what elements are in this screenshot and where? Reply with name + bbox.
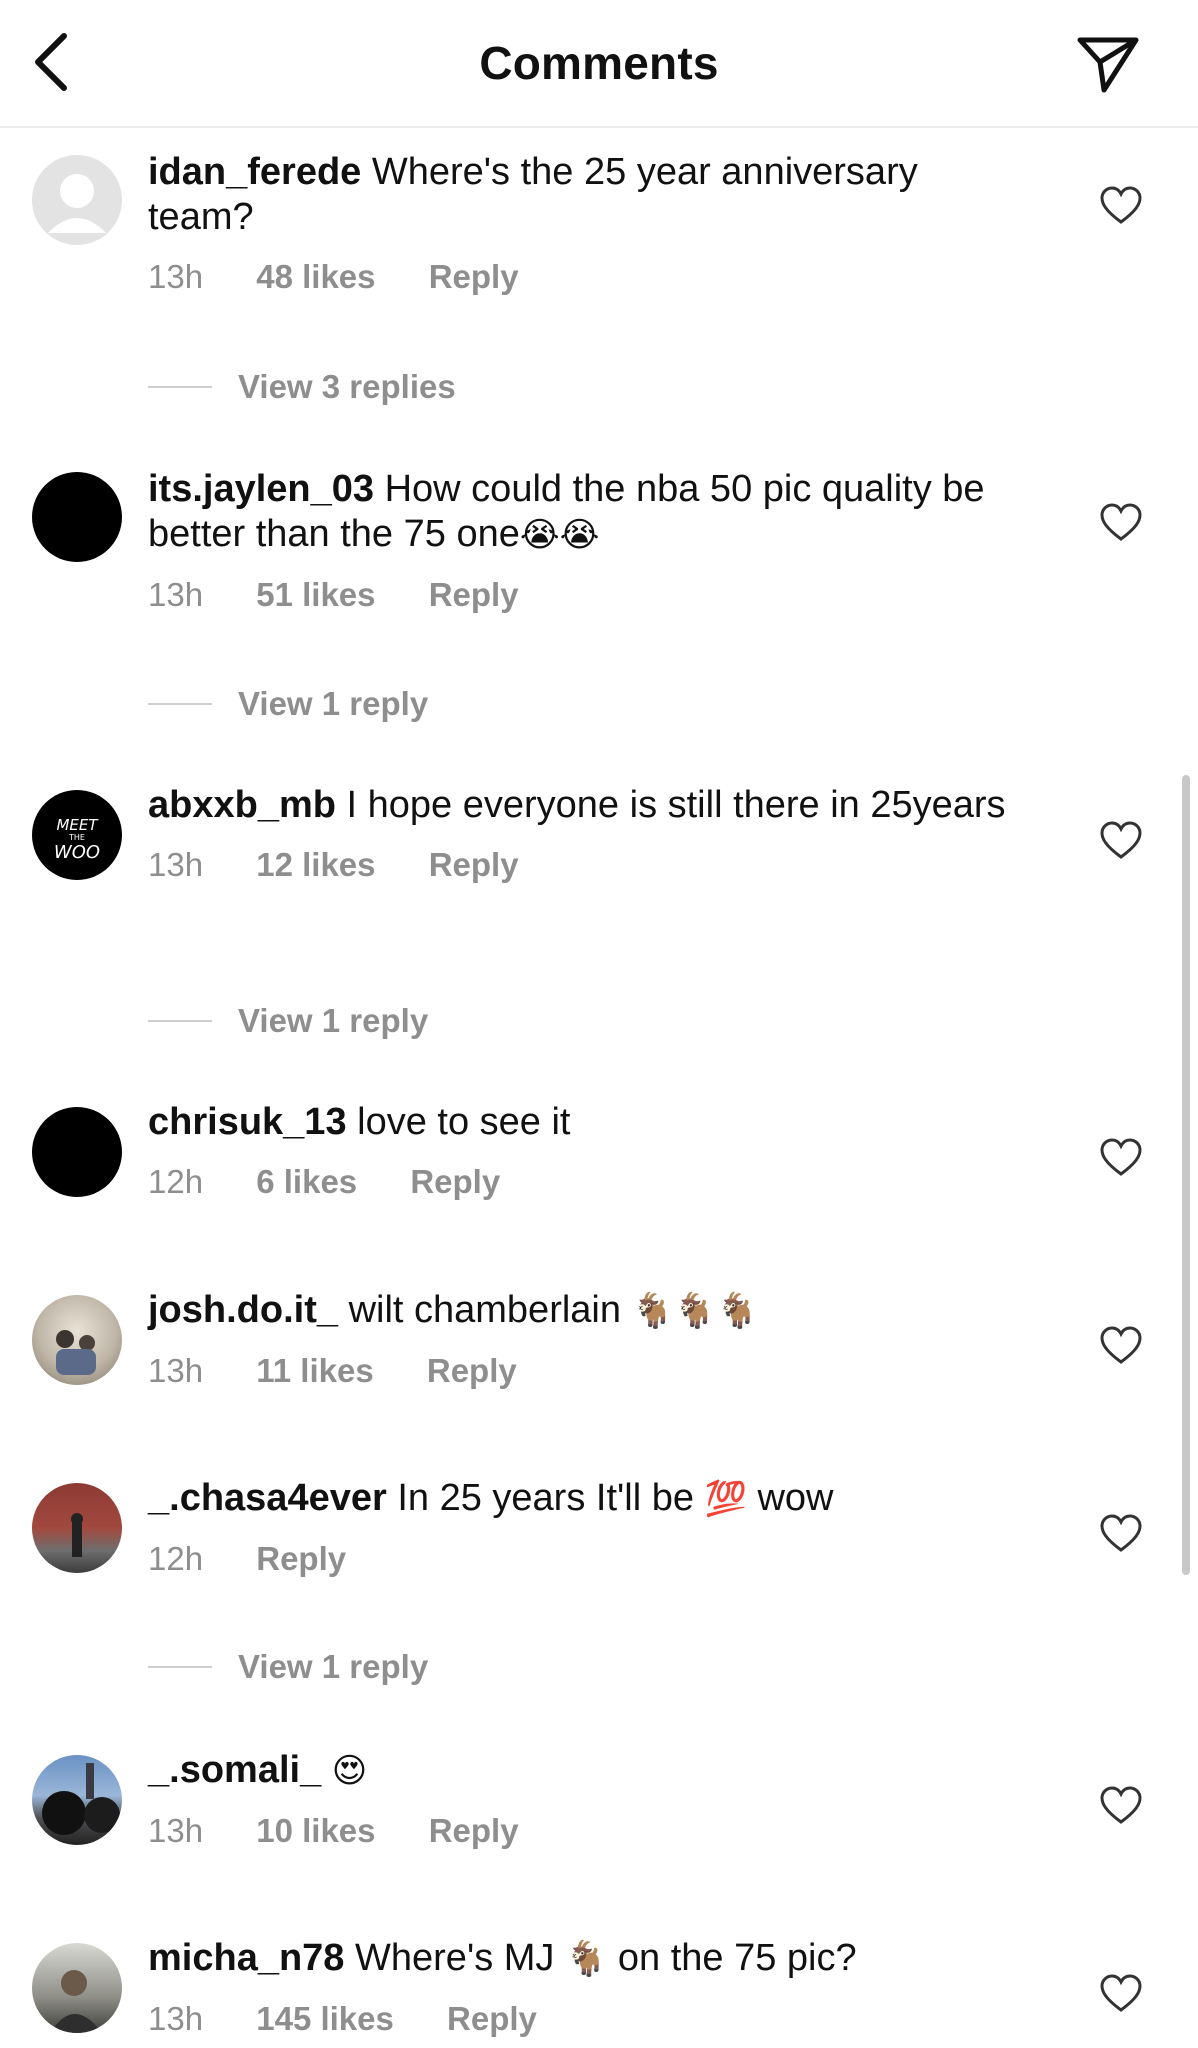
avatar-logo-text: WOO bbox=[54, 842, 100, 863]
likes-count[interactable]: 51 likes bbox=[256, 576, 375, 614]
comment-username[interactable]: chrisuk_13 bbox=[148, 1101, 347, 1143]
reply-button[interactable]: Reply bbox=[447, 2000, 537, 2038]
heart-icon[interactable] bbox=[1100, 1138, 1142, 1178]
reply-button[interactable]: Reply bbox=[429, 576, 519, 614]
likes-count[interactable]: 11 likes bbox=[256, 1352, 373, 1390]
avatar[interactable] bbox=[32, 472, 122, 562]
goat-emoji: 🐐 bbox=[564, 1939, 608, 1979]
likes-count[interactable]: 6 likes bbox=[256, 1163, 357, 1201]
comment-text: love to see it bbox=[357, 1101, 571, 1143]
reply-button[interactable]: Reply bbox=[429, 258, 519, 296]
likes-count[interactable]: 48 likes bbox=[256, 258, 375, 296]
comment-time: 13h bbox=[148, 1812, 204, 1849]
send-icon[interactable] bbox=[1074, 32, 1142, 96]
comment-username[interactable]: _.somali_ bbox=[148, 1749, 321, 1791]
likes-count[interactable]: 145 likes bbox=[256, 2000, 394, 2038]
hundred-emoji: 💯 bbox=[704, 1479, 747, 1519]
header: Comments bbox=[0, 0, 1198, 128]
reply-button[interactable]: Reply bbox=[410, 1163, 500, 1201]
avatar[interactable]: MEET THE WOO bbox=[32, 790, 122, 880]
likes-count[interactable]: 12 likes bbox=[256, 846, 375, 884]
comment-username[interactable]: josh.do.it_ bbox=[148, 1289, 338, 1331]
heart-icon[interactable] bbox=[1100, 1786, 1142, 1826]
view-replies-button[interactable]: View 1 reply bbox=[148, 685, 428, 723]
comment-username[interactable]: abxxb_mb bbox=[148, 784, 336, 826]
comment-time: 12h bbox=[148, 1540, 204, 1577]
avatar[interactable] bbox=[32, 1755, 122, 1845]
comment-username[interactable]: its.jaylen_03 bbox=[148, 468, 374, 510]
heart-icon[interactable] bbox=[1100, 186, 1142, 226]
avatar-logo-text: MEET bbox=[56, 816, 99, 834]
comment-text: In 25 years It'll be bbox=[397, 1477, 694, 1519]
avatar[interactable] bbox=[32, 1295, 122, 1385]
view-replies-label: View 1 reply bbox=[238, 1002, 429, 1039]
comment-time: 13h bbox=[148, 846, 204, 883]
comment-text-end: wow bbox=[757, 1477, 834, 1519]
view-replies-button[interactable]: View 1 reply bbox=[148, 1648, 428, 1686]
crying-emoji: 😭😭 bbox=[519, 515, 600, 555]
view-replies-label: View 1 reply bbox=[238, 685, 429, 722]
comment-text: wilt chamberlain bbox=[348, 1289, 622, 1331]
likes-count[interactable]: 10 likes bbox=[256, 1812, 375, 1850]
avatar-logo-text: THE bbox=[68, 833, 85, 842]
comment-time: 13h bbox=[148, 2000, 204, 2037]
view-replies-label: View 3 replies bbox=[238, 368, 456, 405]
goat-emoji: 🐐🐐🐐 bbox=[631, 1291, 759, 1331]
heart-eyes-emoji: 😍 bbox=[331, 1751, 368, 1791]
heart-icon[interactable] bbox=[1100, 1326, 1142, 1366]
reply-button[interactable]: Reply bbox=[429, 1812, 519, 1850]
comment-text-end: on the 75 pic? bbox=[617, 1937, 857, 1979]
reply-button[interactable]: Reply bbox=[256, 1540, 346, 1578]
view-replies-label: View 1 reply bbox=[238, 1648, 429, 1685]
page-title: Comments bbox=[479, 37, 719, 89]
comment-time: 13h bbox=[148, 258, 204, 295]
avatar[interactable] bbox=[32, 1107, 122, 1197]
comment-text: Where's MJ bbox=[355, 1937, 555, 1979]
comment-username[interactable]: idan_ferede bbox=[148, 151, 361, 193]
reply-button[interactable]: Reply bbox=[427, 1352, 517, 1390]
reply-button[interactable]: Reply bbox=[429, 846, 519, 884]
heart-icon[interactable] bbox=[1100, 1974, 1142, 2014]
avatar[interactable] bbox=[32, 1943, 122, 2033]
heart-icon[interactable] bbox=[1100, 503, 1142, 543]
comment-time: 13h bbox=[148, 576, 204, 613]
scrollbar[interactable] bbox=[1182, 775, 1190, 1575]
comment-text: I hope everyone is still there in 25year… bbox=[346, 784, 1006, 826]
comment-username[interactable]: micha_n78 bbox=[148, 1937, 344, 1979]
heart-icon[interactable] bbox=[1100, 821, 1142, 861]
heart-icon[interactable] bbox=[1100, 1514, 1142, 1554]
comment-time: 12h bbox=[148, 1163, 204, 1200]
comment-username[interactable]: _.chasa4ever bbox=[148, 1477, 387, 1519]
avatar[interactable] bbox=[32, 155, 122, 245]
avatar[interactable] bbox=[32, 1483, 122, 1573]
view-replies-button[interactable]: View 3 replies bbox=[148, 368, 456, 406]
view-replies-button[interactable]: View 1 reply bbox=[148, 1002, 428, 1040]
comment-time: 13h bbox=[148, 1352, 204, 1389]
